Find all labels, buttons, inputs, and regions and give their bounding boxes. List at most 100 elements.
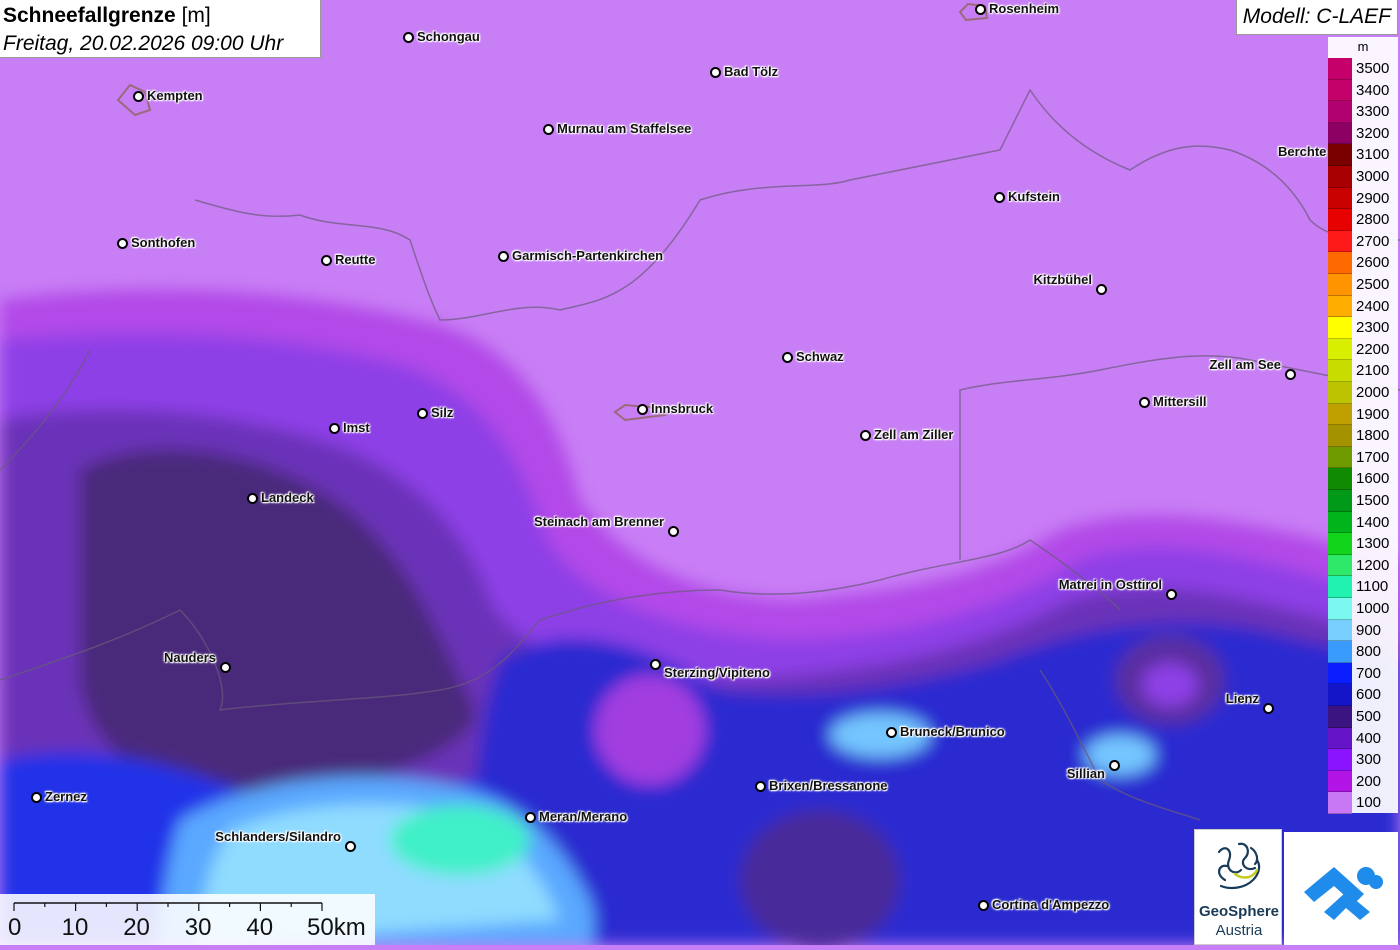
city-marker[interactable] bbox=[1096, 284, 1107, 295]
legend-swatch bbox=[1328, 446, 1352, 469]
legend-label: 2300 bbox=[1356, 319, 1390, 337]
legend-row: 1000 bbox=[1328, 598, 1398, 620]
city-marker[interactable] bbox=[650, 659, 661, 670]
legend-swatch bbox=[1328, 209, 1352, 231]
city-marker[interactable] bbox=[543, 124, 554, 135]
city-label: Schlanders/Silandro bbox=[215, 829, 341, 844]
legend-swatch bbox=[1328, 295, 1352, 318]
scale-label: 50km bbox=[307, 914, 366, 941]
legend-label: 3300 bbox=[1356, 103, 1390, 121]
weather-app-logo[interactable] bbox=[1284, 832, 1398, 945]
city-label: Zell am Ziller bbox=[874, 427, 954, 442]
legend-label: 1100 bbox=[1356, 578, 1389, 596]
legend-label: 2600 bbox=[1356, 254, 1390, 272]
legend-swatch bbox=[1328, 187, 1352, 210]
city-marker[interactable] bbox=[498, 251, 509, 262]
legend-label: 300 bbox=[1356, 751, 1382, 769]
legend-label: 200 bbox=[1356, 772, 1382, 790]
city-marker[interactable] bbox=[403, 32, 414, 43]
city-marker[interactable] bbox=[1139, 397, 1150, 408]
title-box: Schneefallgrenze [m] Freitag, 20.02.2026… bbox=[0, 0, 321, 58]
legend-label: 2900 bbox=[1356, 189, 1390, 207]
city-marker[interactable] bbox=[782, 352, 793, 363]
city-label: Cortina d'Ampezzo bbox=[992, 897, 1110, 912]
city-marker[interactable] bbox=[345, 841, 356, 852]
city-marker[interactable] bbox=[978, 900, 989, 911]
geosphere-logo[interactable]: GeoSphere Austria bbox=[1194, 829, 1282, 945]
legend-swatch bbox=[1328, 166, 1352, 188]
city-marker[interactable] bbox=[994, 192, 1005, 203]
scale-label: 0 bbox=[8, 914, 22, 941]
city-marker[interactable] bbox=[975, 4, 986, 15]
city-label: Schwaz bbox=[796, 349, 844, 364]
city-label: Bruneck/Brunico bbox=[900, 724, 1005, 739]
zone-200-sterzing bbox=[595, 675, 705, 785]
scale-label: 10 bbox=[61, 914, 89, 941]
legend-row: 100 bbox=[1328, 792, 1398, 814]
legend-swatch bbox=[1328, 425, 1352, 447]
legend-row: 1200 bbox=[1328, 554, 1398, 577]
legend-swatch bbox=[1328, 79, 1352, 102]
city-marker[interactable] bbox=[247, 493, 258, 504]
city-marker[interactable] bbox=[755, 781, 766, 792]
city-marker[interactable] bbox=[637, 404, 648, 415]
legend-swatch bbox=[1328, 252, 1352, 274]
legend-row: 3300 bbox=[1328, 101, 1398, 123]
city-marker[interactable] bbox=[886, 727, 897, 738]
legend-label: 1900 bbox=[1356, 405, 1390, 423]
city-marker[interactable] bbox=[133, 91, 144, 102]
city-marker[interactable] bbox=[220, 662, 231, 673]
city-label: Brixen/Bressanone bbox=[769, 778, 888, 793]
city-label: Kempten bbox=[147, 88, 203, 103]
city-marker[interactable] bbox=[1166, 589, 1177, 600]
legend-swatch bbox=[1328, 511, 1352, 534]
legend-swatch bbox=[1328, 727, 1352, 750]
legend-row: 1300 bbox=[1328, 533, 1398, 555]
legend-label: 1800 bbox=[1356, 427, 1390, 445]
zone-500-cortina bbox=[740, 810, 900, 945]
city-marker[interactable] bbox=[31, 792, 42, 803]
legend-row: 700 bbox=[1328, 662, 1398, 685]
legend-swatch bbox=[1328, 230, 1352, 253]
city-label: Kufstein bbox=[1008, 189, 1060, 204]
legend-row: 600 bbox=[1328, 684, 1398, 706]
legend-row: 800 bbox=[1328, 641, 1398, 663]
city-marker[interactable] bbox=[525, 812, 536, 823]
city-marker[interactable] bbox=[1263, 703, 1274, 714]
legend-label: 1600 bbox=[1356, 470, 1390, 488]
legend-label: 2200 bbox=[1356, 340, 1390, 358]
map-title-main: Schneefallgrenze bbox=[3, 4, 176, 27]
snowfall-line-map[interactable] bbox=[0, 0, 1400, 945]
legend-label: 500 bbox=[1356, 708, 1382, 725]
legend-label: 1000 bbox=[1356, 600, 1390, 617]
model-label: Modell: C-LAEF bbox=[1235, 0, 1398, 35]
city-label: Kitzbühel bbox=[1033, 272, 1093, 287]
city-marker[interactable] bbox=[117, 238, 128, 249]
city-marker[interactable] bbox=[668, 526, 679, 537]
legend-row: 3500 bbox=[1328, 58, 1398, 80]
city-marker[interactable] bbox=[321, 255, 332, 266]
city-marker[interactable] bbox=[417, 408, 428, 419]
city-label: Garmisch-Partenkirchen bbox=[512, 248, 664, 263]
city-marker[interactable] bbox=[710, 67, 721, 78]
legend-row: 2900 bbox=[1328, 187, 1398, 210]
city-label: Sonthofen bbox=[131, 235, 196, 250]
city-marker[interactable] bbox=[1109, 760, 1120, 771]
legend-swatch bbox=[1328, 749, 1352, 771]
city-marker[interactable] bbox=[1285, 369, 1296, 380]
legend-swatch bbox=[1328, 101, 1352, 123]
city-label: Berchte bbox=[1278, 144, 1327, 159]
legend-label: 2700 bbox=[1356, 232, 1390, 250]
city-marker[interactable] bbox=[329, 423, 340, 434]
legend-row: 2100 bbox=[1328, 360, 1398, 382]
legend-swatch bbox=[1328, 554, 1352, 577]
city-label: Sterzing/Vipiteno bbox=[664, 665, 770, 680]
legend-row: 3400 bbox=[1328, 79, 1398, 102]
legend-swatch bbox=[1328, 403, 1352, 426]
city-label: Zernez bbox=[45, 789, 87, 804]
legend-row: 200 bbox=[1328, 770, 1398, 793]
city-marker[interactable] bbox=[860, 430, 871, 441]
legend-row: 1900 bbox=[1328, 403, 1398, 426]
city-label: Rosenheim bbox=[989, 1, 1060, 16]
city-label: Bad Tölz bbox=[724, 64, 779, 79]
